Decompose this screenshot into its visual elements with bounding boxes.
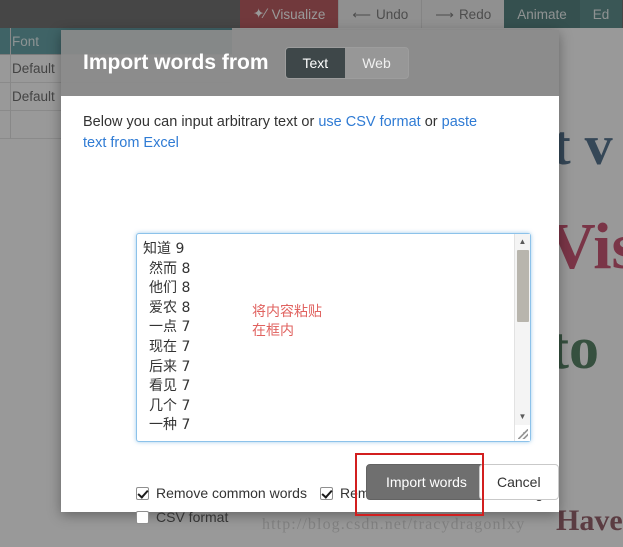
scroll-down-icon[interactable]: ▼ [515, 409, 530, 424]
words-textarea[interactable]: 知道 9 然而 8 他们 8 爱农 8 一点 7 现在 7 后来 7 看见 7 … [136, 233, 531, 442]
tab-text[interactable]: Text [285, 48, 346, 78]
checkbox-unchecked-icon [136, 510, 149, 524]
instruction-text: Below you can input arbitrary text or us… [83, 112, 503, 154]
cancel-button[interactable]: Cancel [479, 464, 559, 500]
import-words-dialog: Import words from Text Web Below you can… [61, 30, 559, 525]
tab-web[interactable]: Web [345, 48, 408, 78]
word-line: 爱农 8 [149, 299, 191, 316]
word-line: 后来 7 [149, 358, 191, 375]
word-line: 然而 8 [149, 260, 191, 277]
dialog-footer: Import words Cancel [61, 450, 559, 512]
dialog-body: Below you can input arbitrary text or us… [61, 96, 559, 525]
word-line: 他们 8 [149, 280, 191, 297]
textarea-scrollbar[interactable]: ▲ ▼ [514, 234, 530, 441]
scrollbar-thumb[interactable] [517, 250, 529, 322]
words-textarea-content[interactable]: 知道 9 然而 8 他们 8 爱农 8 一点 7 现在 7 后来 7 看见 7 … [137, 234, 514, 441]
word-line: 一点 7 [149, 319, 191, 336]
word-line: 一种 7 [149, 417, 191, 434]
word-line: 知道 9 [143, 241, 185, 257]
word-line: 看见 7 [149, 378, 191, 395]
instruction-part-1: Below you can input arbitrary text or [83, 114, 319, 130]
scroll-up-icon[interactable]: ▲ [515, 234, 530, 249]
word-line: 几个 7 [149, 397, 191, 414]
instruction-part-2: or [420, 114, 442, 130]
dialog-header: Import words from Text Web [61, 30, 559, 96]
source-toggle-group: Text Web [284, 47, 409, 79]
import-words-button[interactable]: Import words [366, 464, 487, 500]
resize-grip-icon[interactable] [515, 425, 530, 441]
csv-format-link[interactable]: use CSV format [318, 114, 420, 130]
dialog-title: Import words from [83, 51, 269, 74]
word-line: 现在 7 [149, 338, 191, 355]
paste-annotation-text: 将内容粘贴 在框内 [252, 304, 322, 339]
